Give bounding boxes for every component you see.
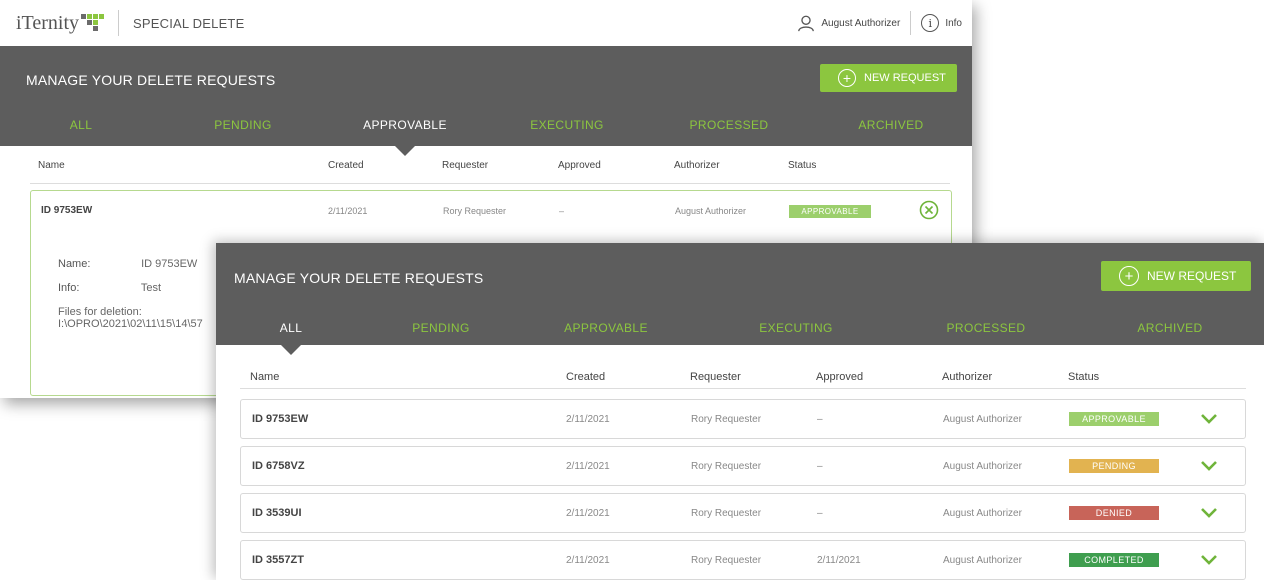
tab-processed[interactable]: PROCESSED: [648, 118, 810, 132]
row-created: 2/11/2021: [566, 507, 610, 519]
page-title: MANAGE YOUR DELETE REQUESTS: [26, 72, 276, 88]
tab-executing[interactable]: EXECUTING: [486, 118, 648, 132]
page-header: MANAGE YOUR DELETE REQUESTS + NEW REQUES…: [216, 243, 1264, 355]
tab-all[interactable]: ALL: [0, 118, 162, 132]
status-badge: APPROVABLE: [1069, 412, 1159, 426]
detail-files-label: Files for deletion:: [58, 306, 142, 318]
user-icon[interactable]: [797, 14, 815, 32]
info-icon[interactable]: i: [921, 14, 940, 32]
col-requester[interactable]: Requester: [690, 371, 741, 383]
status-badge: COMPLETED: [1069, 553, 1159, 567]
row-requester: Rory Requester: [443, 206, 507, 216]
app-title: SPECIAL DELETE: [133, 15, 245, 31]
row-created: 2/11/2021: [328, 206, 368, 216]
new-request-label: NEW REQUEST: [1147, 269, 1237, 283]
chevron-down-icon[interactable]: [1201, 555, 1217, 565]
plus-circle-icon: +: [1119, 266, 1139, 286]
row-name: ID 6758VZ: [252, 460, 305, 472]
tab-processed[interactable]: PROCESSED: [896, 321, 1076, 335]
tab-bar: ALL PENDING APPROVABLE EXECUTING PROCESS…: [0, 118, 972, 156]
status-badge: PENDING: [1069, 459, 1159, 473]
row-authorizer: August Authorizer: [943, 554, 1022, 566]
tab-pending[interactable]: PENDING: [162, 118, 324, 132]
tab-archived[interactable]: ARCHIVED: [810, 118, 972, 132]
row-approved: 2/11/2021: [817, 554, 861, 566]
detail-files-value: I:\OPRO\2021\02\11\15\14\57: [58, 318, 203, 330]
col-created[interactable]: Created: [566, 371, 605, 383]
col-approved[interactable]: Approved: [558, 160, 601, 171]
tab-all[interactable]: ALL: [216, 321, 366, 355]
row-approved: –: [817, 460, 823, 472]
detail-name-label: Name:: [58, 258, 91, 270]
col-status[interactable]: Status: [1068, 371, 1099, 383]
table-row[interactable]: ID 3539UI 2/11/2021 Rory Requester – Aug…: [240, 493, 1246, 533]
col-requester[interactable]: Requester: [442, 160, 488, 171]
status-badge: DENIED: [1069, 506, 1159, 520]
row-requester: Rory Requester: [691, 554, 762, 566]
row-approved: –: [817, 507, 823, 519]
col-name[interactable]: Name: [250, 371, 279, 383]
front-window: MANAGE YOUR DELETE REQUESTS + NEW REQUES…: [216, 243, 1264, 580]
status-badge: APPROVABLE: [789, 205, 871, 218]
tab-executing[interactable]: EXECUTING: [696, 321, 896, 335]
col-name[interactable]: Name: [38, 160, 65, 171]
table-header: Name Created Requester Approved Authoriz…: [240, 371, 1246, 389]
col-approved[interactable]: Approved: [816, 371, 863, 383]
divider: [910, 11, 912, 35]
tab-archived[interactable]: ARCHIVED: [1076, 321, 1264, 335]
row-authorizer: August Authorizer: [943, 507, 1022, 519]
row-created: 2/11/2021: [566, 460, 610, 472]
new-request-button[interactable]: + NEW REQUEST: [1101, 261, 1251, 291]
row-authorizer: August Authorizer: [943, 460, 1022, 472]
row-requester: Rory Requester: [691, 460, 762, 472]
divider: [118, 10, 120, 36]
row-requester: Rory Requester: [691, 413, 762, 425]
tab-pending[interactable]: PENDING: [366, 321, 516, 335]
table-row[interactable]: ID 6758VZ 2/11/2021 Rory Requester – Aug…: [240, 446, 1246, 486]
row-approved: –: [559, 206, 565, 216]
request-detail: Name: ID 9753EW Info: Test Files for del…: [58, 258, 203, 330]
row-name: ID 9753EW: [252, 413, 309, 425]
new-request-button[interactable]: + NEW REQUEST: [820, 64, 957, 92]
detail-info-label: Info:: [58, 282, 80, 294]
tab-approvable[interactable]: APPROVABLE: [324, 118, 486, 156]
row-created: 2/11/2021: [566, 413, 610, 425]
row-name: ID 3557ZT: [252, 554, 304, 566]
active-tab-caret: [395, 146, 415, 156]
row-name: ID 3539UI: [252, 507, 302, 519]
row-approved: –: [817, 413, 823, 425]
row-name: ID 9753EW: [41, 205, 93, 216]
info-link[interactable]: Info: [945, 18, 962, 29]
row-created: 2/11/2021: [566, 554, 610, 566]
active-tab-caret: [281, 345, 301, 355]
page-title: MANAGE YOUR DELETE REQUESTS: [234, 270, 484, 286]
chevron-down-icon[interactable]: [1201, 461, 1217, 471]
detail-info-value: Test: [140, 282, 162, 294]
top-bar: iTernity SPECIAL DELETE August Authorize…: [0, 0, 972, 46]
tab-approvable[interactable]: APPROVABLE: [516, 321, 696, 335]
chevron-down-icon[interactable]: [1201, 508, 1217, 518]
table-header: Name Created Requester Approved Authoriz…: [30, 160, 950, 184]
logo-squares-icon: [81, 13, 105, 31]
col-created[interactable]: Created: [328, 160, 364, 171]
close-circle-icon[interactable]: [919, 200, 939, 220]
table-row[interactable]: ID 9753EW 2/11/2021 Rory Requester – Aug…: [240, 399, 1246, 439]
user-name[interactable]: August Authorizer: [821, 18, 900, 29]
col-authorizer[interactable]: Authorizer: [674, 160, 720, 171]
plus-circle-icon: +: [838, 69, 856, 87]
page-header: MANAGE YOUR DELETE REQUESTS + NEW REQUES…: [0, 46, 972, 156]
col-authorizer[interactable]: Authorizer: [942, 371, 992, 383]
row-authorizer: August Authorizer: [675, 206, 747, 216]
row-authorizer: August Authorizer: [943, 413, 1022, 425]
table-row[interactable]: ID 3557ZT 2/11/2021 Rory Requester 2/11/…: [240, 540, 1246, 580]
col-status[interactable]: Status: [788, 160, 816, 171]
detail-name-value: ID 9753EW: [141, 258, 198, 270]
row-requester: Rory Requester: [691, 507, 762, 519]
logo-text: iTernity: [16, 11, 80, 34]
app-logo: iTernity: [16, 11, 105, 35]
chevron-down-icon[interactable]: [1201, 414, 1217, 424]
new-request-label: NEW REQUEST: [864, 72, 946, 84]
tab-bar: ALL PENDING APPROVABLE EXECUTING PROCESS…: [216, 321, 1264, 355]
